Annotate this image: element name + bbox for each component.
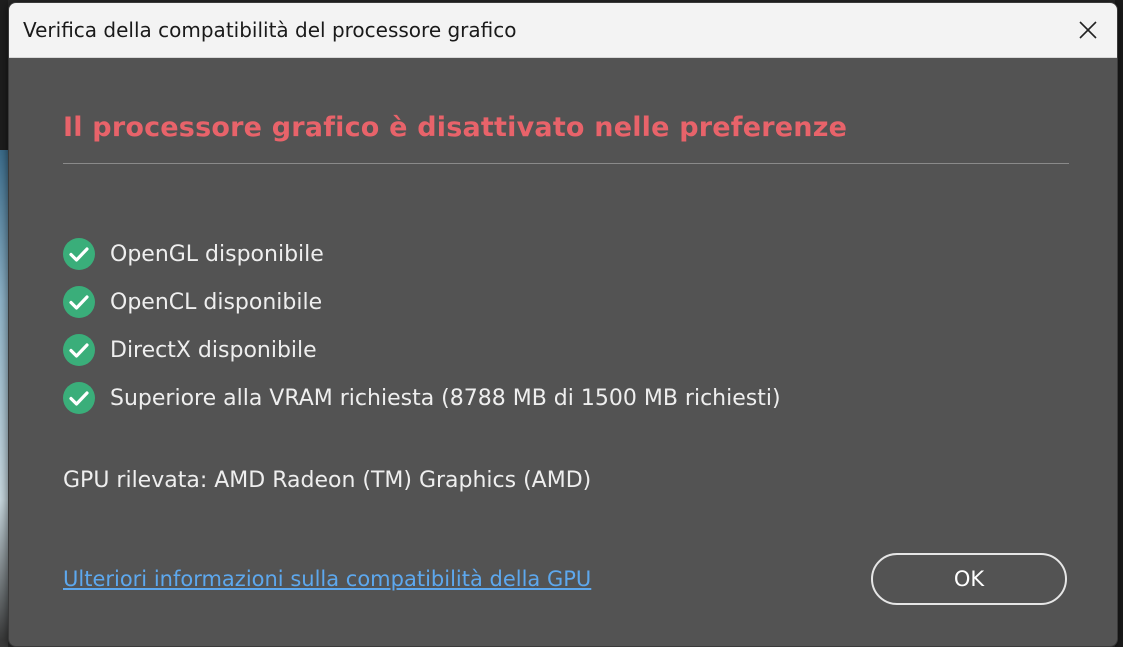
close-icon [1079, 21, 1097, 39]
check-circle-icon [63, 334, 95, 366]
dialog-content: Il processore grafico è disattivato nell… [9, 112, 1117, 493]
status-headline: Il processore grafico è disattivato nell… [63, 112, 848, 143]
ok-button[interactable]: OK [871, 553, 1067, 605]
window-title: Verifica della compatibilità del process… [23, 18, 517, 42]
divider [63, 163, 1069, 164]
check-label: OpenGL disponibile [110, 241, 324, 267]
check-list: OpenGL disponibile OpenCL disponibile Di… [63, 230, 1067, 422]
gpu-detected-text: GPU rilevata: AMD Radeon (TM) Graphics (… [63, 468, 592, 493]
check-item-opengl: OpenGL disponibile [63, 230, 1067, 278]
check-circle-icon [63, 238, 95, 270]
check-label: DirectX disponibile [110, 337, 317, 363]
gpu-compatibility-dialog: Verifica della compatibilità del process… [8, 2, 1118, 647]
close-button[interactable] [1059, 3, 1117, 57]
check-label: OpenCL disponibile [110, 289, 323, 315]
dialog-footer: Ulteriori informazioni sulla compatibili… [63, 553, 1067, 605]
check-circle-icon [63, 382, 95, 414]
check-item-opencl: OpenCL disponibile [63, 278, 1067, 326]
check-item-directx: DirectX disponibile [63, 326, 1067, 374]
check-label: Superiore alla VRAM richiesta (8788 MB d… [110, 385, 781, 411]
gpu-compatibility-help-link[interactable]: Ulteriori informazioni sulla compatibili… [63, 567, 591, 591]
background-app-left [0, 0, 8, 647]
check-circle-icon [63, 286, 95, 318]
check-item-vram: Superiore alla VRAM richiesta (8788 MB d… [63, 374, 1067, 422]
title-bar: Verifica della compatibilità del process… [9, 3, 1117, 58]
